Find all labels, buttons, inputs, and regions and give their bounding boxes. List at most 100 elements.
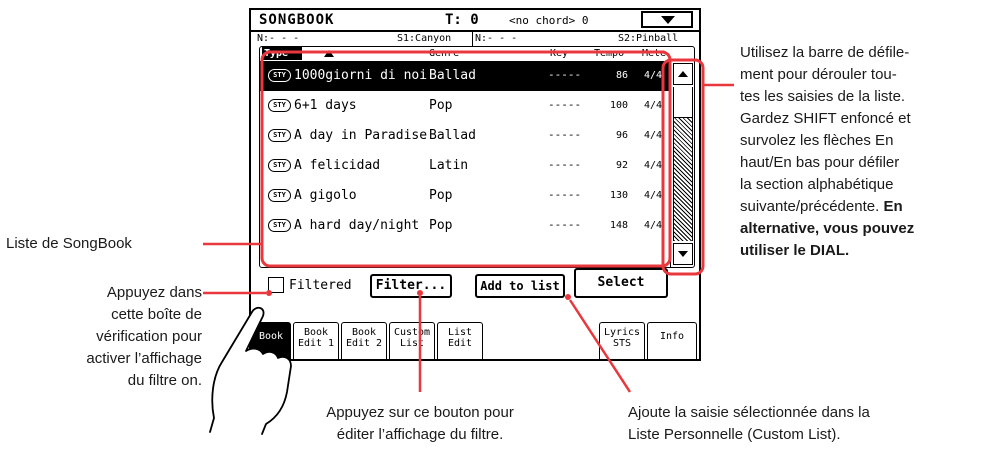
checkbox-callout-line: cette boîte de xyxy=(111,306,202,323)
scroll-callout-line: haut/En bas pour défiler xyxy=(740,154,900,171)
song-genre: Ballad xyxy=(429,68,476,83)
scroll-callout-bold: utiliser le DIAL. xyxy=(740,242,850,259)
song-key: ----- xyxy=(548,128,582,141)
info-bar: N:- - - S1:Canyon N:- - - S2:Pinball xyxy=(251,32,699,46)
song-tempo: 148 xyxy=(609,220,628,231)
song-meter: 4/4 xyxy=(644,160,663,171)
song-tempo: 96 xyxy=(615,130,628,141)
add-to-list-button[interactable]: Add to list xyxy=(475,274,565,298)
song-tempo: 92 xyxy=(615,160,628,171)
tab-baseline xyxy=(251,359,699,361)
column-header-genre[interactable]: Genre xyxy=(429,48,459,59)
list-item[interactable]: STY A hard day/night Pop ----- 148 4/4 xyxy=(260,211,670,241)
tab-book-edit-1[interactable]: Book Edit 1 xyxy=(293,322,339,359)
column-header-tempo[interactable]: Tempo xyxy=(594,48,624,59)
arrow-up-icon xyxy=(678,71,688,77)
style-badge-icon: STY xyxy=(268,129,291,142)
scroll-callout-line: tes les saisies de la liste. xyxy=(740,88,906,105)
column-header-meter[interactable]: Mete xyxy=(642,48,666,59)
song-tempo: 86 xyxy=(615,70,628,81)
style-badge-icon: STY xyxy=(268,99,291,112)
filtered-checkbox[interactable] xyxy=(268,277,284,293)
tempo-readout: T: 0 xyxy=(445,12,479,28)
song-genre: Ballad xyxy=(429,128,476,143)
checkbox-callout-line: Appuyez dans xyxy=(106,284,202,301)
song-key: ----- xyxy=(548,188,582,201)
select-button[interactable]: Select xyxy=(574,268,668,298)
tab-label: Edit xyxy=(447,338,473,349)
style-badge-icon: STY xyxy=(268,159,291,172)
list-item[interactable]: STY A day in Paradise Ballad ----- 96 4/… xyxy=(260,121,670,151)
filter-button[interactable]: Filter... xyxy=(370,274,452,298)
scroll-callout-line: Utilisez la barre de défile- xyxy=(740,44,910,61)
song-tempo: 130 xyxy=(609,190,628,201)
scroll-callout-line: Gardez SHIFT enfoncé et xyxy=(740,110,911,127)
tab-label: List xyxy=(447,327,473,338)
list-item[interactable]: STY 1000giorni di noi Ballad ----- 86 4/… xyxy=(260,61,670,91)
scroll-callout-line: suivante/précédente. xyxy=(740,198,880,215)
scroll-up-button[interactable] xyxy=(673,63,693,85)
songbook-list: Type Genre Key Tempo Mete STY 1000giorni… xyxy=(259,46,695,268)
list-item[interactable]: STY 6+1 days Pop ----- 100 4/4 xyxy=(260,91,670,121)
song-name: A gigolo xyxy=(294,188,357,203)
tab-book[interactable]: Book xyxy=(251,322,291,359)
tab-label: Custom xyxy=(393,327,431,338)
song-meter: 4/4 xyxy=(644,100,663,111)
tab-label: Edit 2 xyxy=(345,338,383,349)
list-item[interactable]: STY A gigolo Pop ----- 130 4/4 xyxy=(260,181,670,211)
tab-label: Info xyxy=(659,331,685,342)
checkbox-callout: Appuyez dans cette boîte de vérification… xyxy=(40,282,202,392)
page-menu-button[interactable] xyxy=(641,11,693,28)
arrow-down-icon xyxy=(678,251,688,257)
column-header-type[interactable]: Type xyxy=(262,47,303,60)
add-callout-line: Liste Personnelle (Custom List). xyxy=(628,426,841,443)
scroll-callout: Utilisez la barre de défile- ment pour d… xyxy=(740,42,996,262)
song-name: 6+1 days xyxy=(294,98,357,113)
scroll-down-button[interactable] xyxy=(673,243,693,265)
song-key: ----- xyxy=(548,98,582,111)
checkbox-callout-line: vérification pour xyxy=(96,328,202,345)
song-name: 1000giorni di noi xyxy=(294,68,428,83)
list-scrollbar[interactable] xyxy=(670,61,694,267)
scroll-callout-line: ment pour dérouler tou- xyxy=(740,66,897,83)
tab-label: Book xyxy=(258,331,284,342)
list-callout-text: Liste de SongBook xyxy=(6,235,132,252)
list-item[interactable]: STY A felicidad Latin ----- 92 4/4 xyxy=(260,151,670,181)
scroll-callout-line: survolez les flèches En xyxy=(740,132,894,149)
chord-readout: <no chord> 0 xyxy=(509,14,589,27)
tab-book-edit-2[interactable]: Book Edit 2 xyxy=(341,322,387,359)
column-header-key[interactable]: Key xyxy=(550,48,568,59)
checkbox-callout-line: activer l’affichage xyxy=(86,350,202,367)
chevron-down-icon xyxy=(661,16,675,24)
title-bar: SONGBOOK T: 0 <no chord> 0 xyxy=(251,10,699,32)
songbook-screen: SONGBOOK T: 0 <no chord> 0 N:- - - S1:Ca… xyxy=(249,8,701,361)
song-key: ----- xyxy=(548,158,582,171)
style1-info: S1:Canyon xyxy=(397,33,452,44)
song-name: A day in Paradise xyxy=(294,128,428,143)
tab-custom-list[interactable]: Custom List xyxy=(389,322,435,359)
scroll-callout-bold: alternative, vous pouvez xyxy=(740,220,915,237)
tab-label: List xyxy=(399,338,425,349)
song-tempo: 100 xyxy=(609,100,628,111)
song-genre: Pop xyxy=(429,98,453,113)
scroll-thumb[interactable] xyxy=(674,87,692,118)
song-key: ----- xyxy=(548,218,582,231)
filtered-label: Filtered xyxy=(289,278,352,293)
filter-callout-line: éditer l’affichage du filtre. xyxy=(336,426,504,443)
scroll-track[interactable] xyxy=(673,87,693,241)
tab-info[interactable]: Info xyxy=(647,322,697,359)
style-badge-icon: STY xyxy=(268,69,291,82)
song-name: A felicidad xyxy=(294,158,381,173)
page-tabs: Book Book Edit 1 Book Edit 2 Custom List Li… xyxy=(251,302,699,359)
song-genre: Latin xyxy=(429,158,469,173)
song-genre: Pop xyxy=(429,218,453,233)
tab-list-edit[interactable]: List Edit xyxy=(437,322,483,359)
filter-callout-line: Appuyez sur ce bouton pour xyxy=(326,404,514,421)
checkbox-callout-line: du filtre on. xyxy=(127,372,202,389)
tab-label: Edit 1 xyxy=(297,338,335,349)
song-meter: 4/4 xyxy=(644,220,663,231)
info-divider xyxy=(472,32,473,46)
tab-label: STS xyxy=(612,338,632,349)
tab-lyrics-sts[interactable]: Lyrics STS xyxy=(599,322,645,359)
song-meter: 4/4 xyxy=(644,190,663,201)
